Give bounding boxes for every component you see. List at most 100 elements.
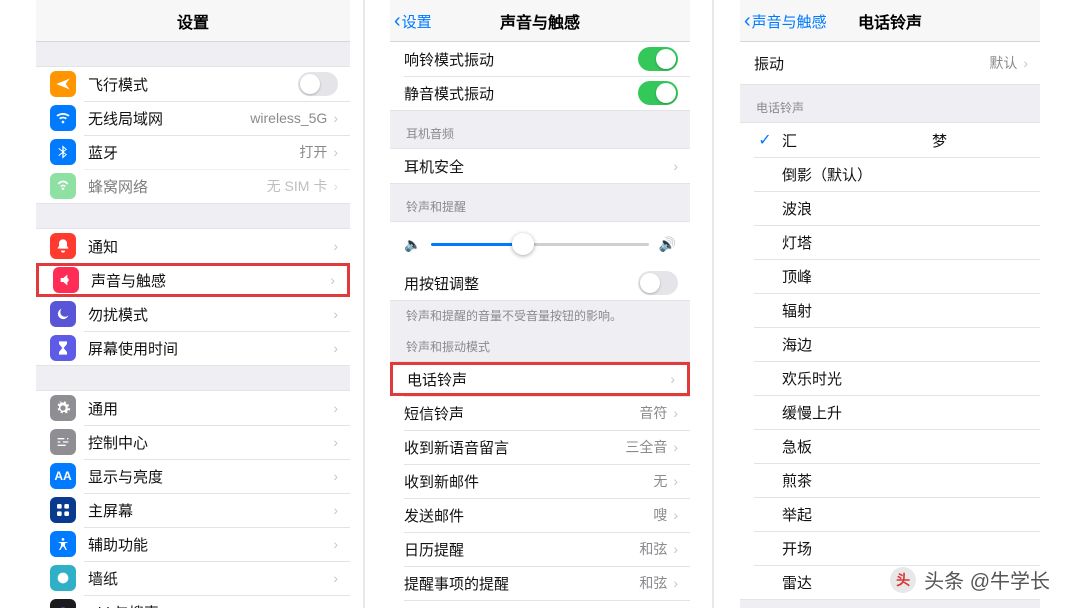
watermark-logo-icon: 头 [890, 567, 916, 593]
vibration-group: 振动 默认 › [740, 42, 1040, 85]
row-general[interactable]: 通用 › [36, 391, 350, 425]
chevron-right-icon: › [1023, 55, 1028, 71]
option-label: 顶峰 [754, 266, 1028, 287]
chevron-right-icon: › [333, 604, 338, 608]
row-cellular[interactable]: 蜂窝网络 无 SIM 卡 › [36, 169, 350, 203]
navbar: ‹ 设置 声音与触感 [390, 0, 690, 42]
row-ringtone[interactable]: 电话铃声 › [390, 362, 690, 396]
page-title: 设置 [177, 9, 209, 33]
group-header: 铃声和提醒 [390, 184, 690, 221]
chevron-right-icon: › [330, 272, 335, 288]
chevron-right-icon: › [673, 158, 678, 174]
chevron-right-icon: › [333, 400, 338, 416]
vibrate-group: 响铃模式振动 静音模式振动 [390, 42, 690, 111]
vibrate-ring-toggle[interactable] [638, 47, 678, 71]
row-detail: 无 SIM 卡 [267, 176, 328, 196]
ringtone-option[interactable]: 顶峰 [740, 259, 1040, 293]
ringtone-option[interactable]: 倒影（默认） [740, 157, 1040, 191]
group-header: 耳机音频 [390, 111, 690, 148]
ringtone-option[interactable]: 开场 [740, 531, 1040, 565]
chevron-right-icon: › [333, 536, 338, 552]
chevron-right-icon: › [333, 144, 338, 160]
chevron-right-icon: › [333, 468, 338, 484]
row-label: 静音模式振动 [404, 83, 638, 104]
row-reminders[interactable]: 提醒事项的提醒 和弦 › [390, 566, 690, 600]
row-label: 电话铃声 [407, 369, 656, 390]
ringtone-option[interactable]: 辐射 [740, 293, 1040, 327]
settings-group-general: 通用 › 控制中心 › AA 显示与亮度 › 主屏幕 › 辅助功能 › 墙纸 › [36, 390, 350, 608]
ringtone-option[interactable]: 灯塔 [740, 225, 1040, 259]
watermark: 头 头条 @牛学长 [890, 565, 1050, 594]
row-calendar[interactable]: 日历提醒 和弦 › [390, 532, 690, 566]
row-airplane-mode[interactable]: 飞行模式 [36, 67, 350, 101]
row-label: 控制中心 [88, 432, 327, 453]
row-vibration[interactable]: 振动 默认 › [740, 42, 1040, 84]
row-sent-mail[interactable]: 发送邮件 嗖 › [390, 498, 690, 532]
row-label: 提醒事项的提醒 [404, 573, 631, 594]
volume-slider[interactable] [431, 243, 648, 246]
ringtone-option[interactable]: 海边 [740, 327, 1040, 361]
chevron-right-icon: › [333, 110, 338, 126]
chevron-right-icon: › [673, 405, 678, 421]
row-vibrate-ring[interactable]: 响铃模式振动 [390, 42, 690, 76]
slider-fill [431, 243, 522, 246]
option-label: 辐射 [754, 300, 1028, 321]
ringtone-option[interactable]: 缓慢上升 [740, 395, 1040, 429]
sliders-icon [50, 429, 76, 455]
row-wallpaper[interactable]: 墙纸 › [36, 561, 350, 595]
row-siri[interactable]: Siri 与搜索 › [36, 595, 350, 608]
row-label: 无线局域网 [88, 108, 242, 129]
row-accessibility[interactable]: 辅助功能 › [36, 527, 350, 561]
row-change-with-buttons[interactable]: 用按钮调整 [390, 266, 690, 300]
ringtone-option[interactable]: 举起 [740, 497, 1040, 531]
row-display[interactable]: AA 显示与亮度 › [36, 459, 350, 493]
buttons-toggle[interactable] [638, 271, 678, 295]
vibrate-silent-toggle[interactable] [638, 81, 678, 105]
row-notifications[interactable]: 通知 › [36, 229, 350, 263]
row-airdrop[interactable]: 隔空投送 脉冲 › [390, 600, 690, 608]
row-control-center[interactable]: 控制中心 › [36, 425, 350, 459]
ringtone-option[interactable]: 欢乐时光 [740, 361, 1040, 395]
row-screen-time[interactable]: 屏幕使用时间 › [36, 331, 350, 365]
row-label: 屏幕使用时间 [88, 338, 327, 359]
row-bluetooth[interactable]: 蓝牙 打开 › [36, 135, 350, 169]
ringtone-options: ✓汇 梦倒影（默认）波浪灯塔顶峰辐射海边欢乐时光缓慢上升急板煎茶举起开场雷达 [740, 122, 1040, 600]
back-button[interactable]: ‹ 声音与触感 [744, 0, 827, 42]
row-wifi[interactable]: 无线局域网 wireless_5G › [36, 101, 350, 135]
volume-slider-row: 🔈 🔊 [390, 222, 690, 266]
back-button[interactable]: ‹ 设置 [394, 0, 432, 42]
option-label: 汇 梦 [782, 130, 1028, 151]
row-text-tone[interactable]: 短信铃声 音符 › [390, 396, 690, 430]
row-detail: 默认 [989, 53, 1017, 73]
aa-icon: AA [50, 463, 76, 489]
row-detail: 和弦 [639, 573, 667, 593]
row-dnd[interactable]: 勿扰模式 › [36, 297, 350, 331]
option-label: 倒影（默认） [754, 164, 1028, 185]
slider-knob[interactable] [512, 233, 534, 255]
check-icon: ✓ [754, 130, 776, 150]
ringtone-option[interactable]: 波浪 [740, 191, 1040, 225]
chevron-left-icon: ‹ [394, 11, 401, 31]
wifi-icon [50, 105, 76, 131]
option-label: 欢乐时光 [754, 368, 1028, 389]
settings-screen: 设置 飞行模式 无线局域网 wireless_5G › 蓝牙 打开 › 蜂窝网络… [36, 0, 350, 608]
ringtone-option[interactable]: ✓ 汇 梦 [740, 123, 1040, 157]
chevron-right-icon: › [673, 575, 678, 591]
row-headphone-safety[interactable]: 耳机安全 › [390, 149, 690, 183]
row-home-screen[interactable]: 主屏幕 › [36, 493, 350, 527]
ringer-group: 🔈 🔊 用按钮调整 [390, 221, 690, 301]
moon-icon [50, 301, 76, 327]
sound-icon [53, 267, 79, 293]
row-sounds-haptics[interactable]: 声音与触感 › [36, 263, 350, 297]
row-label: 日历提醒 [404, 539, 631, 560]
chevron-right-icon: › [333, 502, 338, 518]
row-label: 短信铃声 [404, 403, 631, 424]
row-vibrate-silent[interactable]: 静音模式振动 [390, 76, 690, 110]
row-new-mail[interactable]: 收到新邮件 无 › [390, 464, 690, 498]
airplane-toggle[interactable] [298, 72, 338, 96]
row-voicemail[interactable]: 收到新语音留言 三全音 › [390, 430, 690, 464]
ringtone-option[interactable]: 煎茶 [740, 463, 1040, 497]
chevron-right-icon: › [333, 570, 338, 586]
ringtone-option[interactable]: 急板 [740, 429, 1040, 463]
navbar: 设置 [36, 0, 350, 42]
